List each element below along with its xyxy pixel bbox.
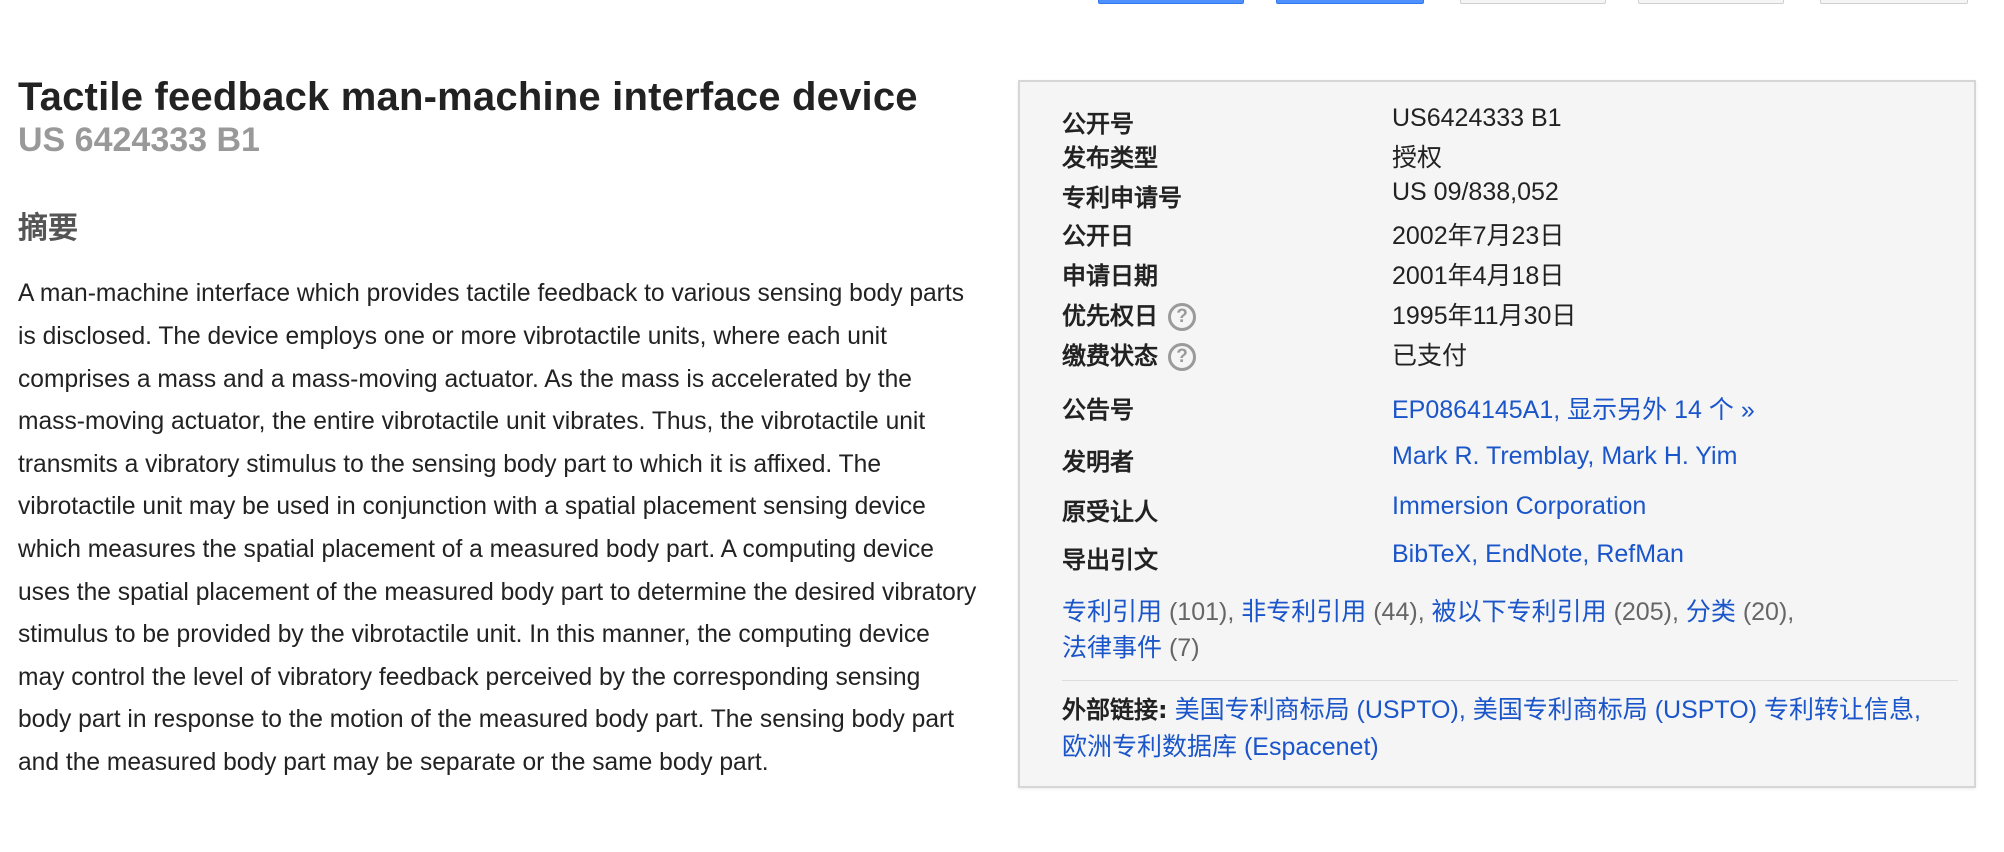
show-more-link[interactable]: 显示另外 14 个 » bbox=[1567, 396, 1755, 424]
patent-main: Tactile feedback man-machine interface d… bbox=[18, 74, 978, 785]
value-export-citation: BibTeX, EndNote, RefMan bbox=[1392, 540, 1684, 569]
cited-by-link[interactable]: 被以下专利引用 bbox=[1432, 598, 1607, 626]
separator: , bbox=[1471, 540, 1486, 568]
non-patent-citations-count: (44) bbox=[1373, 598, 1418, 626]
classifications-link[interactable]: 分类 bbox=[1686, 598, 1736, 626]
separator: , bbox=[1671, 598, 1686, 626]
patent-info-panel: 公开号 US6424333 B1 发布类型 授权 专利申请号 US 09/838… bbox=[1018, 80, 1976, 788]
label-inventors: 发明者 bbox=[1062, 448, 1134, 476]
label-publication-type: 发布类型 bbox=[1062, 144, 1158, 172]
patent-title: Tactile feedback man-machine interface d… bbox=[18, 75, 918, 119]
fee-status-label-text: 缴费状态 bbox=[1062, 342, 1158, 370]
top-toolbar bbox=[1098, 0, 1978, 6]
export-endnote-link[interactable]: EndNote bbox=[1485, 540, 1582, 568]
label-application-number: 专利申请号 bbox=[1062, 184, 1182, 212]
toolbar-button-3[interactable] bbox=[1460, 0, 1606, 4]
help-icon[interactable]: ? bbox=[1168, 343, 1196, 371]
patent-number: US 6424333 B1 bbox=[18, 121, 260, 159]
value-publication-date: 2002年7月23日 bbox=[1392, 222, 1565, 250]
export-bibtex-link[interactable]: BibTeX bbox=[1392, 540, 1471, 568]
value-priority-date: 1995年11月30日 bbox=[1392, 302, 1577, 330]
label-filing-date: 申请日期 bbox=[1062, 262, 1158, 290]
espacenet-link[interactable]: 欧洲专利数据库 (Espacenet) bbox=[1062, 733, 1379, 761]
row-publication-number: 公开号 US6424333 B1 bbox=[1062, 104, 1942, 142]
abstract-text: A man-machine interface which provides t… bbox=[18, 280, 977, 776]
link-ep0864145a1[interactable]: EP0864145A1 bbox=[1392, 396, 1553, 424]
citation-links: 专利引用 (101), 非专利引用 (44), 被以下专利引用 (205), 分… bbox=[1062, 594, 1942, 666]
separator: , bbox=[1787, 598, 1795, 626]
value-publication-number: US6424333 B1 bbox=[1392, 104, 1562, 132]
value-publication-type: 授权 bbox=[1392, 144, 1443, 172]
value-inventors: Mark R. Tremblay, Mark H. Yim bbox=[1392, 442, 1737, 471]
separator: , bbox=[1227, 598, 1242, 626]
external-links-label: 外部链接: bbox=[1062, 696, 1168, 724]
label-priority-date: 优先权日? bbox=[1062, 296, 1196, 331]
separator: , bbox=[1913, 696, 1921, 724]
row-fee-status: 缴费状态? 已支付 bbox=[1062, 336, 1942, 374]
row-publication-type: 发布类型 授权 bbox=[1062, 138, 1942, 176]
value-also-published: EP0864145A1, 显示另外 14 个 » bbox=[1392, 390, 1755, 426]
inventor-link[interactable]: Mark R. Tremblay bbox=[1392, 442, 1587, 470]
label-also-published: 公告号 bbox=[1062, 396, 1134, 424]
row-export-citation: 导出引文 BibTeX, EndNote, RefMan bbox=[1062, 540, 1942, 578]
toolbar-primary-button-2[interactable] bbox=[1276, 0, 1424, 4]
label-fee-status: 缴费状态? bbox=[1062, 336, 1196, 371]
legal-events-count: (7) bbox=[1168, 634, 1200, 662]
toolbar-button-4[interactable] bbox=[1638, 0, 1784, 4]
uspto-assignment-link[interactable]: 美国专利商标局 (USPTO) 专利转让信息 bbox=[1473, 696, 1914, 724]
separator: , bbox=[1417, 598, 1432, 626]
row-application-number: 专利申请号 US 09/838,052 bbox=[1062, 178, 1942, 216]
priority-date-label-text: 优先权日 bbox=[1062, 302, 1158, 330]
separator: , bbox=[1553, 396, 1568, 424]
patent-citations-count: (101) bbox=[1168, 598, 1228, 626]
row-priority-date: 优先权日? 1995年11月30日 bbox=[1062, 296, 1942, 334]
value-application-number: US 09/838,052 bbox=[1392, 178, 1559, 206]
value-fee-status: 已支付 bbox=[1392, 342, 1468, 370]
divider bbox=[1062, 680, 1958, 681]
uspto-link[interactable]: 美国专利商标局 (USPTO) bbox=[1175, 696, 1459, 724]
toolbar-button-5[interactable] bbox=[1820, 0, 1968, 4]
separator: , bbox=[1582, 540, 1597, 568]
legal-events-link[interactable]: 法律事件 bbox=[1062, 634, 1162, 662]
label-assignee: 原受让人 bbox=[1062, 498, 1158, 526]
label-publication-number: 公开号 bbox=[1062, 110, 1134, 138]
label-publication-date: 公开日 bbox=[1062, 222, 1134, 250]
export-refman-link[interactable]: RefMan bbox=[1596, 540, 1684, 568]
label-export-citation: 导出引文 bbox=[1062, 546, 1158, 574]
cited-by-count: (205) bbox=[1613, 598, 1672, 626]
external-links: 外部链接: 美国专利商标局 (USPTO), 美国专利商标局 (USPTO) 专… bbox=[1062, 692, 1952, 766]
patent-citations-link[interactable]: 专利引用 bbox=[1062, 598, 1162, 626]
row-filing-date: 申请日期 2001年4月18日 bbox=[1062, 256, 1942, 294]
separator: , bbox=[1458, 696, 1473, 724]
non-patent-citations-link[interactable]: 非专利引用 bbox=[1241, 598, 1366, 626]
row-assignee: 原受让人 Immersion Corporation bbox=[1062, 492, 1942, 530]
assignee-link[interactable]: Immersion Corporation bbox=[1392, 492, 1646, 520]
abstract-heading: 摘要 bbox=[18, 211, 78, 247]
row-publication-date: 公开日 2002年7月23日 bbox=[1062, 216, 1942, 254]
row-also-published: 公告号 EP0864145A1, 显示另外 14 个 » bbox=[1062, 390, 1942, 428]
help-icon[interactable]: ? bbox=[1168, 303, 1196, 331]
classifications-count: (20) bbox=[1742, 598, 1788, 626]
value-filing-date: 2001年4月18日 bbox=[1392, 262, 1565, 290]
toolbar-primary-button-1[interactable] bbox=[1098, 0, 1244, 4]
separator: , bbox=[1587, 442, 1602, 470]
value-assignee: Immersion Corporation bbox=[1392, 492, 1646, 521]
inventor-link[interactable]: Mark H. Yim bbox=[1601, 442, 1737, 470]
row-inventors: 发明者 Mark R. Tremblay, Mark H. Yim bbox=[1062, 442, 1942, 480]
